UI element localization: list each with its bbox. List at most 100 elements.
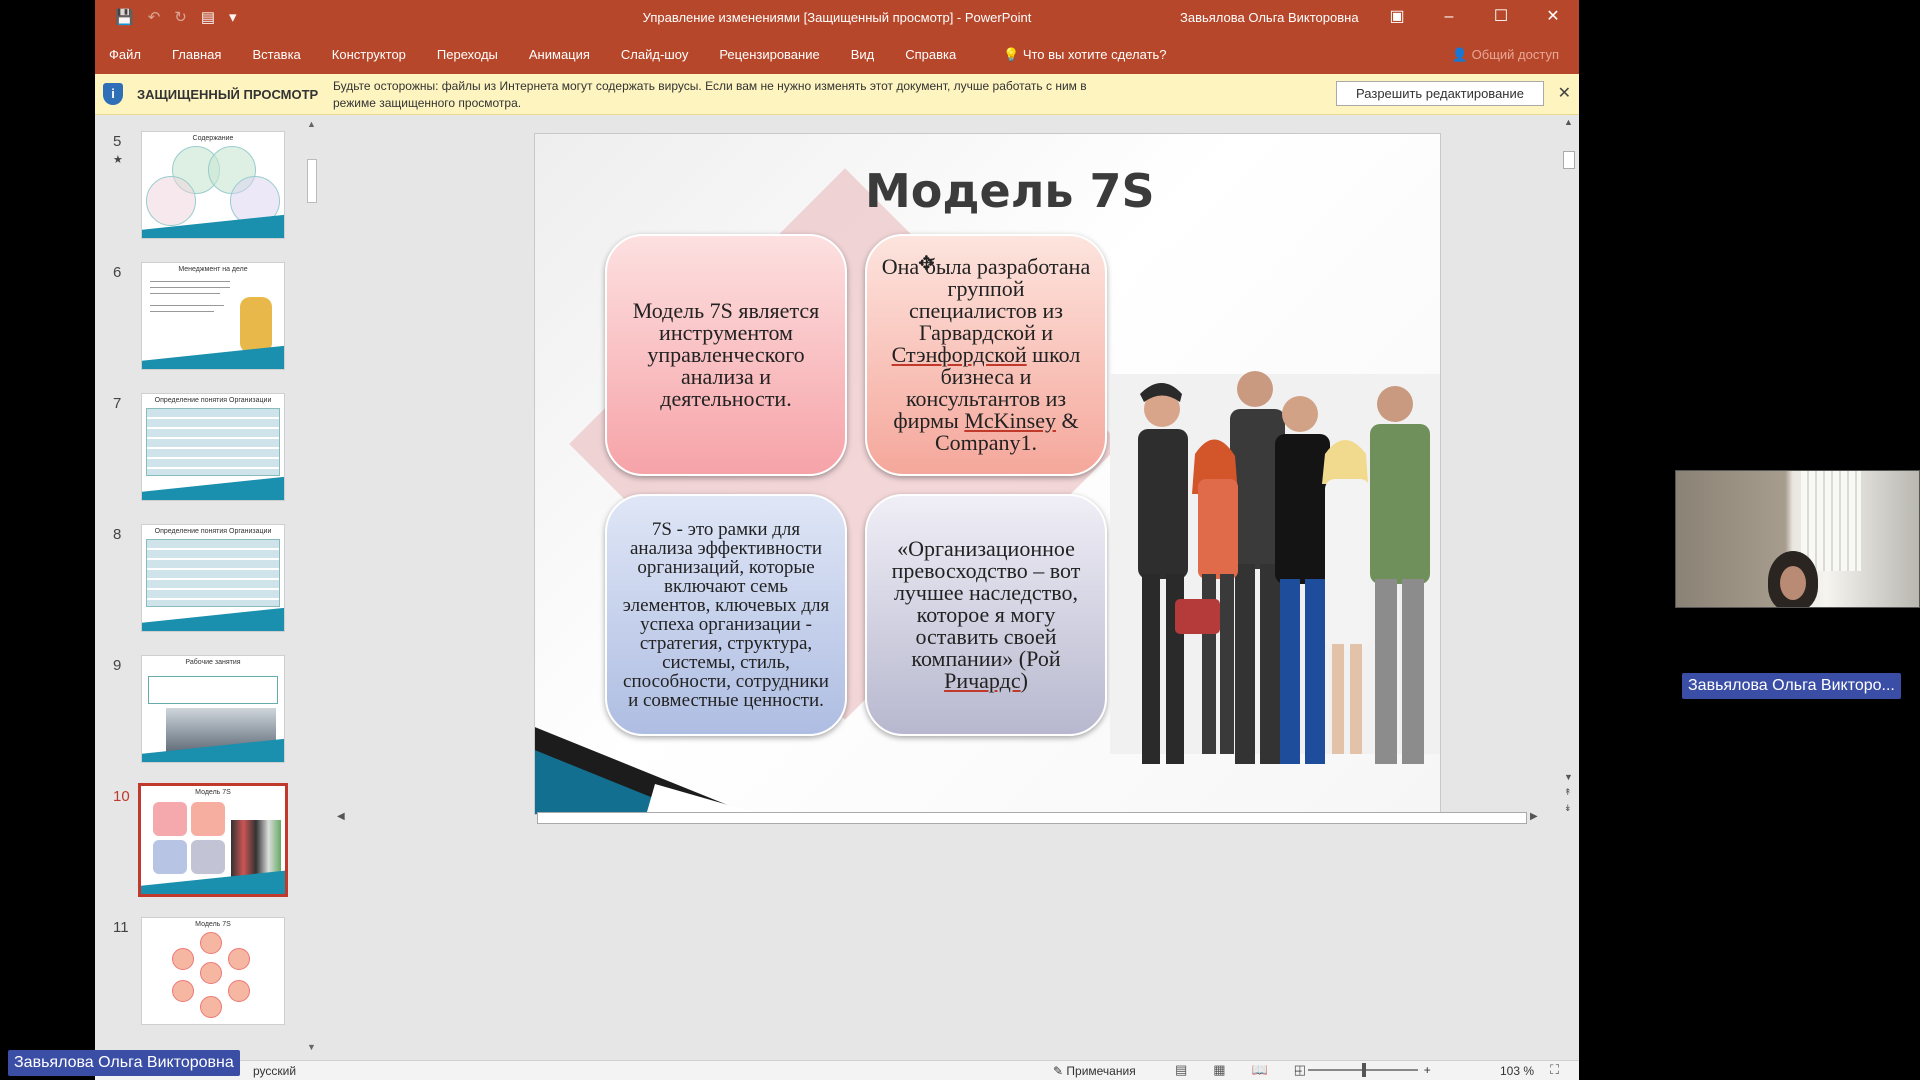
tab-animations[interactable]: Анимация (529, 47, 590, 62)
decorative-wave (142, 475, 284, 500)
zoom-knob[interactable] (1361, 1063, 1366, 1077)
business-people-illustration (1110, 371, 1440, 764)
thumbnail-slide-10[interactable]: 10 Модель 7S (95, 783, 295, 898)
text-box-framework[interactable]: 7S - это рамки для анализа эффективности… (605, 494, 847, 736)
slide-preview: Определение понятия Организации (141, 393, 285, 501)
text-line (150, 293, 220, 294)
tab-design[interactable]: Конструктор (332, 47, 406, 62)
decorative-wave (142, 606, 284, 631)
participant-face (1780, 566, 1806, 600)
thumbnail-slide-6[interactable]: 6 Менеджмент на деле (95, 262, 295, 374)
lightbulb-icon: 💡 (1003, 47, 1020, 62)
slide-vertical-scrollbar[interactable]: ▲ ▼ ↟ ↡ (1561, 115, 1577, 820)
scroll-thumb[interactable] (1563, 151, 1575, 169)
account-name[interactable]: Завьялова Ольга Викторовна (1180, 10, 1359, 25)
scroll-up-icon[interactable]: ▲ (1564, 117, 1573, 127)
text-line (150, 281, 230, 282)
tab-insert[interactable]: Вставка (252, 47, 300, 62)
protected-view-bar: i ЗАЩИЩЕННЫЙ ПРОСМОТР Будьте осторожны: … (95, 74, 1579, 115)
current-slide[interactable]: Модель 7S Модель 7S является инструменто… (534, 133, 1441, 815)
tab-help[interactable]: Справка (905, 47, 956, 62)
slide-sorter-icon[interactable]: ▦ (1213, 1062, 1225, 1078)
next-slide-icon[interactable]: ↡ (1564, 803, 1572, 814)
thumbnail-slide-7[interactable]: 7 Определение понятия Организации (95, 393, 295, 505)
scroll-down-icon[interactable]: ▼ (1564, 772, 1573, 782)
maximize-button[interactable]: ☐ (1475, 0, 1527, 36)
thumbnail-scrollbar[interactable]: ▲ ▼ (305, 117, 319, 1055)
scroll-left-icon[interactable]: ◀ (337, 811, 345, 822)
ribbon-tabs: Файл Главная Вставка Конструктор Переход… (95, 36, 1579, 74)
tab-review[interactable]: Рецензирование (719, 47, 819, 62)
tab-home[interactable]: Главная (172, 47, 221, 62)
thumb-table (146, 408, 280, 476)
box-text: Модель 7S является инструментом управлен… (632, 298, 820, 411)
notes-label: Примечания (1066, 1064, 1136, 1078)
scroll-down-icon[interactable]: ▼ (307, 1042, 316, 1052)
normal-view-icon[interactable]: ▤ (1175, 1062, 1187, 1078)
cartoon-illustration (240, 297, 272, 353)
close-button[interactable]: ✕ (1527, 0, 1579, 36)
zoom-in-icon[interactable]: + (1424, 1063, 1431, 1077)
slide-preview: Менеджмент на деле (141, 262, 285, 370)
title-bar: 💾 ↶ ↻ ▤ ▾ Управление изменениями [Защище… (95, 0, 1579, 36)
slide-editor: Модель 7S Модель 7S является инструменто… (327, 115, 1579, 1060)
diagram-node (172, 948, 194, 970)
tell-me-search[interactable]: 💡 Что вы хотите сделать? (1003, 47, 1167, 63)
window-blind (1801, 471, 1861, 571)
thumb-box (153, 802, 187, 836)
thumbnail-slide-11[interactable]: 11 Модель 7S (95, 917, 295, 1029)
share-label: Общий доступ (1471, 47, 1559, 62)
thumb-title: Модель 7S (195, 921, 231, 928)
diagram-node (172, 980, 194, 1002)
slide-preview: Определение понятия Организации (141, 524, 285, 632)
slide-horizontal-scrollbar[interactable]: ◀ ▶ (337, 810, 1538, 826)
reading-view-icon[interactable]: 📖 (1252, 1062, 1268, 1078)
share-button[interactable]: 👤 Общий доступ (1452, 47, 1559, 63)
view-buttons: ▤ ▦ 📖 ◫ (1175, 1062, 1306, 1078)
slide-number: 9 (113, 657, 122, 674)
scroll-right-icon[interactable]: ▶ (1530, 811, 1538, 822)
text-box-origin[interactable]: Она была разработана группой специалисто… (865, 234, 1107, 476)
box-text: Она была разработана группой специалисто… (881, 254, 1091, 455)
box-text: «Организационное превосходство – вот луч… (891, 536, 1081, 693)
status-bar: русский ✎ Примечания ▤ ▦ 📖 ◫ – + 103 % ⛶ (95, 1060, 1579, 1080)
move-cursor-icon: ✥ (918, 253, 935, 275)
thumb-table (146, 539, 280, 607)
scroll-thumb[interactable] (307, 159, 317, 203)
zoom-out-icon[interactable]: – (1295, 1063, 1302, 1077)
animation-star-icon: ★ (113, 154, 123, 166)
text-box-quote[interactable]: «Организационное превосходство – вот луч… (865, 494, 1107, 736)
language-indicator[interactable]: русский (253, 1064, 296, 1078)
thumbnail-slide-5[interactable]: 5 ★ Содержание (95, 131, 295, 243)
powerpoint-window: 💾 ↶ ↻ ▤ ▾ Управление изменениями [Защище… (95, 0, 1579, 1080)
venn-circle (146, 176, 196, 226)
zoom-slider[interactable]: – + (1295, 1063, 1431, 1077)
text-box-definition[interactable]: Модель 7S является инструментом управлен… (605, 234, 847, 476)
slide-title[interactable]: Модель 7S (865, 164, 1155, 218)
tab-file[interactable]: Файл (109, 47, 141, 62)
tab-transitions[interactable]: Переходы (437, 47, 498, 62)
zoom-track[interactable] (1307, 1063, 1418, 1077)
ribbon-display-options-icon[interactable]: ▣ (1371, 0, 1423, 36)
minimize-button[interactable]: – (1423, 0, 1475, 36)
tab-slideshow[interactable]: Слайд-шоу (621, 47, 688, 62)
enable-editing-button[interactable]: Разрешить редактирование (1336, 81, 1544, 106)
participant-video[interactable] (1675, 470, 1920, 608)
text-line (150, 287, 230, 288)
close-icon[interactable]: ✕ (1558, 83, 1571, 103)
thumbnail-slide-8[interactable]: 8 Определение понятия Организации (95, 524, 295, 636)
slide-thumbnail-panel: 5 ★ Содержание 6 Менеджмент на деле 7 Оп… (95, 115, 327, 1060)
tell-me-label: Что вы хотите сделать? (1022, 47, 1167, 62)
slide-preview: Модель 7S (138, 783, 288, 897)
slide-preview: Рабочие занятия (141, 655, 285, 763)
thumbnail-slide-9[interactable]: 9 Рабочие занятия (95, 655, 295, 767)
zoom-level[interactable]: 103 % (1500, 1064, 1534, 1078)
protected-view-title: ЗАЩИЩЕННЫЙ ПРОСМОТР (137, 87, 319, 102)
scroll-thumb[interactable] (537, 812, 1527, 824)
thumb-title: Определение понятия Организации (154, 397, 272, 404)
tab-view[interactable]: Вид (851, 47, 875, 62)
previous-slide-icon[interactable]: ↟ (1564, 787, 1572, 798)
scroll-up-icon[interactable]: ▲ (307, 119, 316, 129)
fit-to-window-icon[interactable]: ⛶ (1550, 1062, 1559, 1078)
notes-button[interactable]: ✎ Примечания (1053, 1064, 1136, 1078)
